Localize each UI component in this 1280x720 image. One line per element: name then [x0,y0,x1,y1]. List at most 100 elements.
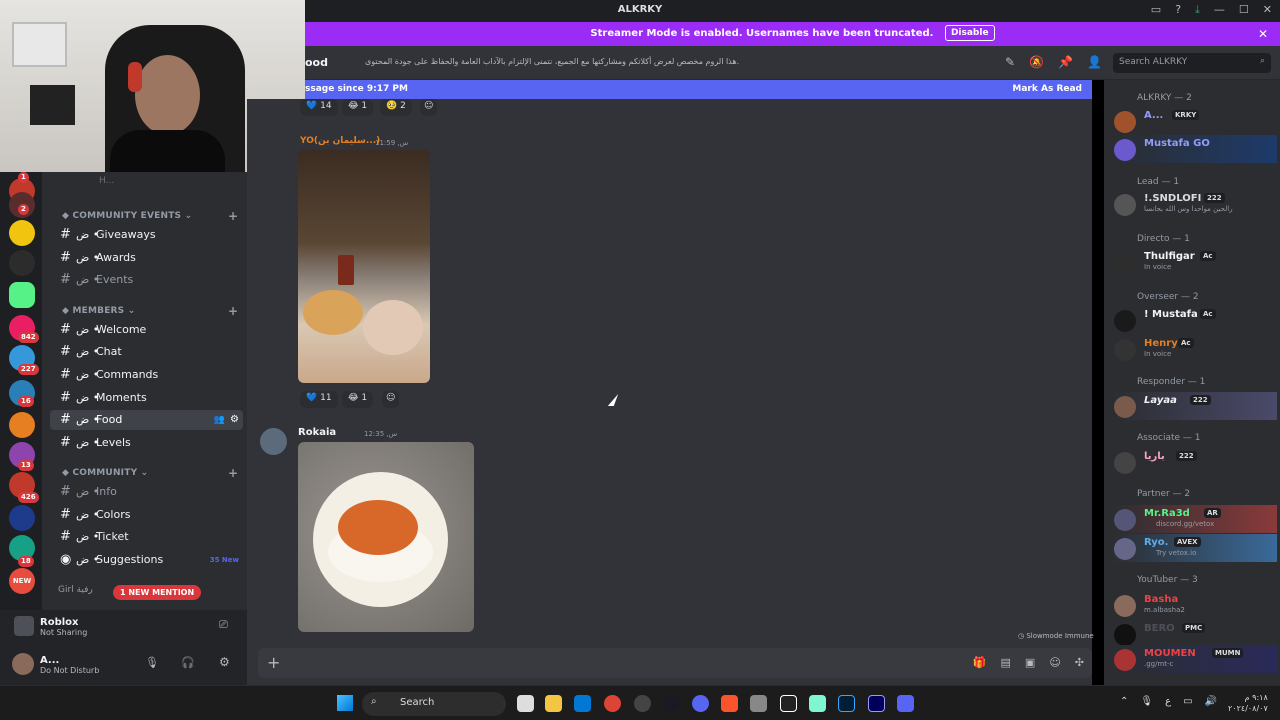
invite-icon[interactable]: 👥 [214,410,225,430]
member-item[interactable]: Henry Ac In voice [1112,335,1277,363]
message-author[interactable]: Rokaia [298,427,336,438]
member-item[interactable]: BERO PMC [1112,620,1277,648]
message-author[interactable]: YO(سليمان بن...) [300,136,380,146]
channel-suggestions[interactable]: ◉ ض • Suggestions 35 New [50,550,243,570]
obs-icon[interactable] [634,695,651,712]
member-item[interactable]: Ryo. AVEX Try vetox.io [1112,534,1277,562]
channel-levels[interactable]: # ض • Levels [50,433,243,453]
channel-chat[interactable]: # ض • Chat [50,342,243,362]
premiere-icon[interactable] [868,695,885,712]
channel-moments[interactable]: # ض • Moments [50,388,243,408]
chrome-icon[interactable] [604,695,621,712]
close-banner-icon[interactable]: ✕ [1258,22,1268,46]
minimize-icon[interactable]: — [1214,3,1225,17]
attach-icon[interactable]: + [267,653,280,672]
category-members[interactable]: ◆ MEMBERS ⌄ + [62,304,238,318]
language-indicator[interactable]: ع [1165,696,1171,707]
channel-info[interactable]: # ض • Info [50,482,243,502]
channel-welcome[interactable]: # ض • Welcome [50,320,243,340]
start-icon[interactable] [337,695,353,711]
apps-icon[interactable]: ✣ [1075,656,1084,669]
notification-bell-icon[interactable]: 🔕 [1029,55,1044,69]
inbox-icon[interactable]: ▭ [1151,3,1161,17]
member-item[interactable]: Thulfigar Ac In voice [1112,248,1277,276]
gif-icon[interactable]: ▤ [1001,656,1011,669]
category-community-events[interactable]: ◆ COMMUNITY EVENTS ⌄ + [62,209,238,223]
channel-events[interactable]: # ض • Events [50,270,243,290]
new-messages-bar[interactable]: ssage since 9:17 PM Mark As Read [305,80,1092,99]
file-explorer-icon[interactable] [545,695,562,712]
gift-icon[interactable]: 🎁 [973,656,987,669]
reaction[interactable]: 💙 14 [300,99,338,116]
member-item[interactable]: ! Mustafa Ac [1112,306,1277,334]
reaction[interactable]: 😂 1 [342,99,374,116]
category-community[interactable]: ◆ COMMUNITY ⌄ + [62,466,238,480]
member-item[interactable]: Layaa 222 [1112,392,1277,420]
add-channel-icon[interactable]: + [228,304,238,318]
member-item[interactable]: A... KRKY [1112,107,1277,135]
member-list-icon[interactable]: 👤 [1087,55,1102,69]
channel-topic[interactable]: هذا الروم مخصص لعرض أكلاتكم ومشاركتها مع… [365,57,739,66]
threads-icon[interactable]: ✎ [1005,55,1015,69]
server-icon[interactable] [9,505,35,531]
download-icon[interactable]: ⤓ [1195,3,1200,17]
microphone-icon[interactable]: 🎙 [1140,696,1153,707]
steam-icon[interactable] [663,695,680,712]
channel-settings-icon[interactable]: ⚙ [230,410,239,430]
new-mention-pill[interactable]: 1 NEW MENTION [113,585,202,600]
channel-awards[interactable]: # ض • Awards [50,248,243,268]
reaction[interactable]: 🥹 2 [380,99,412,116]
channel-ticket[interactable]: # ض • Ticket [50,527,243,547]
member-item[interactable]: باريا 222 [1112,448,1277,476]
user-settings-icon[interactable]: ⚙ [219,655,230,669]
help-icon[interactable]: ? [1175,3,1181,17]
chevron-up-icon[interactable]: ⌃ [1120,696,1128,707]
server-icon[interactable] [9,220,35,246]
capcut-icon[interactable] [780,695,797,712]
search-input[interactable]: Search ALKRKY ⌕ [1113,53,1271,73]
member-item[interactable]: Mr.Ra3d AR discord.gg/vetox [1112,505,1277,533]
brave-icon[interactable] [721,695,738,712]
member-item[interactable]: Mustafa GO [1112,135,1277,163]
taskbar-search[interactable]: ⌕ Search [362,692,506,716]
streamlabs-icon[interactable] [809,695,826,712]
member-item[interactable]: !.SNDLOFI 222 رالحين مواحدا وس الله بحانسا [1112,190,1277,218]
app-icon[interactable] [897,695,914,712]
maximize-icon[interactable]: ☐ [1239,3,1249,17]
microphone-icon[interactable]: 🎙 [145,656,159,669]
avatar[interactable] [12,653,34,675]
network-icon[interactable]: ▭ [1183,696,1192,707]
store-icon[interactable] [574,695,591,712]
member-item[interactable]: MOUMEN MUMN .gg/mt-c [1112,645,1277,673]
reaction[interactable]: 💙 11 [300,391,338,408]
server-icon[interactable] [9,250,35,276]
close-window-icon[interactable]: ✕ [1263,3,1272,17]
food-photo-restaurant[interactable] [298,150,430,383]
mark-as-read-button[interactable]: Mark As Read [1012,80,1082,99]
pinned-icon[interactable]: 📌 [1058,55,1073,69]
food-photo-rice[interactable] [298,442,474,632]
add-channel-icon[interactable]: + [228,209,238,223]
volume-icon[interactable]: 🔊 [1205,696,1217,707]
disable-streamer-button[interactable]: Disable [944,25,995,41]
discord-icon[interactable] [692,695,709,712]
app-icon[interactable] [750,695,767,712]
photoshop-icon[interactable] [838,695,855,712]
channel-colors[interactable]: # ض • Colors [50,505,243,525]
message-input[interactable]: + 🎁 ▤ ▣ ☺ ✣ [258,648,1092,678]
screen-share-icon[interactable]: ⎚ [219,618,228,632]
task-view-icon[interactable] [517,695,534,712]
server-icon[interactable]: NEW [9,568,35,594]
add-reaction-button[interactable]: ☺ [382,391,400,408]
channel-giveaways[interactable]: # ض • Giveaways [50,225,243,245]
channel-food[interactable]: # ض • Food ⚙ 👥 [50,410,243,430]
server-icon[interactable] [9,412,35,438]
channel-commands[interactable]: # ض • Commands [50,365,243,385]
sticker-icon[interactable]: ▣ [1025,656,1035,669]
member-item[interactable]: Basha m.albasha2 [1112,591,1277,619]
clock[interactable]: ٩:١٨ م ٢٠٢٤/٠٨/٠٧ [1228,692,1268,714]
add-channel-icon[interactable]: + [228,466,238,480]
emoji-icon[interactable]: ☺ [1049,656,1060,669]
server-icon[interactable] [9,282,35,308]
avatar[interactable] [260,428,287,455]
